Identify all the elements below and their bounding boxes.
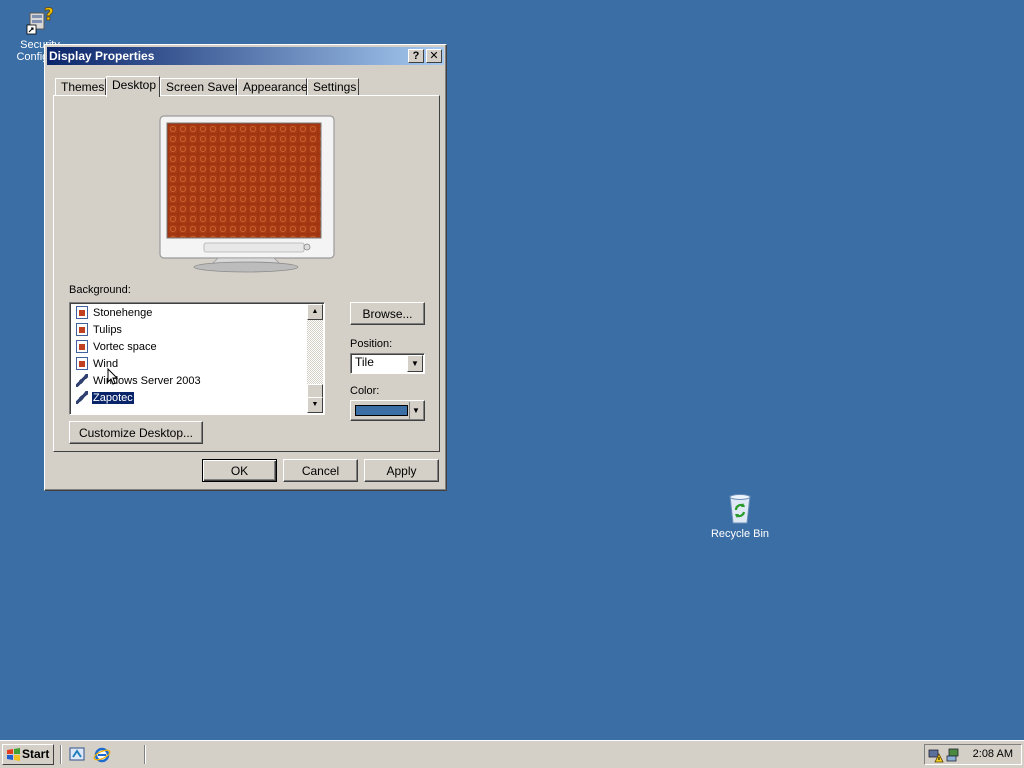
image-icon (76, 305, 88, 319)
network-warning-icon[interactable] (928, 747, 944, 763)
tab-themes[interactable]: Themes (55, 78, 106, 96)
position-select[interactable]: Tile ▼ (350, 353, 425, 374)
image-icon (76, 322, 88, 336)
dialog-titlebar[interactable]: Display Properties ? ✕ (47, 47, 444, 65)
color-swatch (355, 405, 408, 416)
ok-button[interactable]: OK (202, 459, 277, 482)
paint-icon (76, 373, 88, 387)
monitor-preview (159, 115, 335, 273)
show-desktop-icon[interactable] (68, 746, 86, 764)
windows-logo-icon (7, 748, 20, 761)
tab-appearance[interactable]: Appearance (237, 78, 308, 96)
image-icon (76, 356, 88, 370)
dialog-title: Display Properties (49, 49, 155, 63)
security-config-icon: ? (26, 5, 54, 35)
tab-desktop[interactable]: Desktop (106, 76, 160, 97)
customize-desktop-button[interactable]: Customize Desktop... (69, 421, 203, 444)
mouse-cursor-icon (107, 368, 119, 385)
scroll-up-icon[interactable]: ▲ (307, 304, 323, 320)
list-item[interactable]: Windows Server 2003 (76, 373, 202, 389)
quicklaunch-divider (60, 745, 62, 764)
image-icon (76, 339, 88, 353)
apply-button[interactable]: Apply (364, 459, 439, 482)
system-tray: 2:08 AM (924, 744, 1022, 765)
close-button[interactable]: ✕ (426, 49, 442, 63)
clock[interactable]: 2:08 AM (973, 748, 1013, 760)
start-label: Start (22, 747, 50, 761)
display-properties-dialog: Display Properties ? ✕ Themes Desktop Sc… (44, 44, 447, 491)
background-label: Background: (69, 284, 131, 296)
recycle-bin-label: Recycle Bin (710, 528, 770, 540)
browse-button[interactable]: Browse... (350, 302, 425, 325)
cancel-button[interactable]: Cancel (283, 459, 358, 482)
background-listbox[interactable]: Stonehenge Tulips Vortec space Wind Wind… (69, 302, 325, 415)
taskbar-divider (144, 745, 146, 764)
help-button[interactable]: ? (408, 49, 424, 63)
internet-explorer-icon[interactable] (93, 746, 111, 764)
recycle-bin-icon (729, 494, 751, 524)
position-value: Tile (355, 355, 374, 369)
color-picker-button[interactable]: ▼ (350, 400, 425, 421)
listbox-scrollbar[interactable]: ▲ ▼ (307, 304, 323, 413)
list-item-selected[interactable]: Zapotec (76, 390, 135, 406)
desktop-tab-panel: Background: Stonehenge Tulips Vortec spa… (53, 95, 440, 452)
start-button[interactable]: Start (2, 744, 54, 765)
list-item[interactable]: Tulips (76, 322, 123, 338)
tab-settings[interactable]: Settings (307, 78, 359, 96)
recycle-bin-shortcut[interactable]: Recycle Bin (700, 492, 780, 540)
color-label: Color: (350, 385, 380, 397)
desktop: ? Security Configu... Recycle Bin Displa… (0, 0, 1024, 740)
network-connection-icon[interactable] (946, 747, 962, 763)
scroll-down-icon[interactable]: ▼ (307, 397, 323, 413)
tab-screen-saver[interactable]: Screen Saver (160, 78, 239, 96)
chevron-down-icon[interactable]: ▼ (407, 355, 423, 372)
svg-text:?: ? (44, 5, 54, 25)
list-item[interactable]: Vortec space (76, 339, 158, 355)
position-label: Position: (350, 338, 393, 350)
list-item[interactable]: Stonehenge (76, 305, 153, 321)
chevron-down-icon: ▼ (409, 402, 422, 419)
scroll-thumb[interactable] (307, 384, 323, 398)
paint-icon (76, 390, 88, 404)
taskbar: Start 2:08 AM (0, 740, 1024, 768)
